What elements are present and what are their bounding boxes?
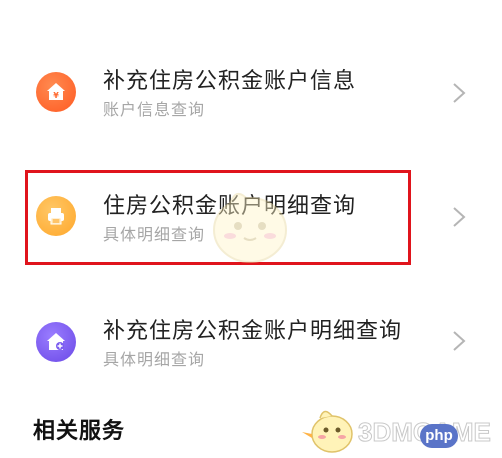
item-subtitle: 具体明细查询 xyxy=(103,350,206,369)
php-badge: php xyxy=(420,424,458,448)
item-subtitle: 账户信息查询 xyxy=(103,100,206,119)
item-title: 补充住房公积金账户明细查询 xyxy=(103,319,403,344)
house-yen-icon: ¥ xyxy=(36,72,76,112)
chevron-right-icon xyxy=(453,83,466,103)
watermark-mascot-icon xyxy=(213,193,287,263)
list-item-supplementary-account-info[interactable]: ¥ 补充住房公积金账户信息 账户信息查询 xyxy=(0,42,502,142)
chevron-right-icon xyxy=(453,207,466,227)
list-item-supplementary-detail-query[interactable]: 补充住房公积金账户明细查询 具体明细查询 xyxy=(0,292,502,392)
watermark-logo: 3DMGAME php xyxy=(300,404,500,458)
section-title-related-services: 相关服务 xyxy=(33,419,126,444)
svg-text:¥: ¥ xyxy=(53,91,59,100)
house-add-icon xyxy=(36,322,76,362)
item-title: 补充住房公积金账户信息 xyxy=(103,69,357,94)
chevron-right-icon xyxy=(453,331,466,351)
watermark-bird-icon xyxy=(302,410,353,453)
